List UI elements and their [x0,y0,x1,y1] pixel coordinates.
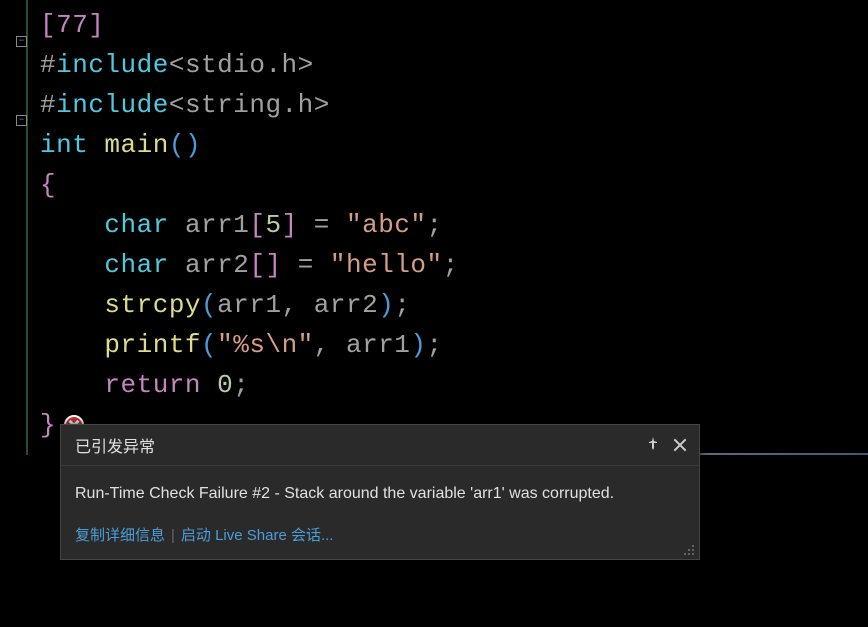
code-line[interactable]: strcpy(arr1, arr2); [28,285,868,325]
code-line[interactable]: #include<stdio.h> [28,45,868,85]
popup-title: 已引发异常 [75,433,645,457]
preproc-hash: # [40,90,56,120]
semicolon: ; [427,330,443,360]
number: 5 [265,210,281,240]
link-separator: | [171,527,175,544]
close-brace: } [40,405,56,445]
popup-links: 复制详细信息 | 启动 Live Share 会话... [61,516,699,559]
semicolon: ; [394,290,410,320]
header-name: string.h [185,90,314,120]
popup-message: Run-Time Check Failure #2 - Stack around… [61,466,699,516]
code-line[interactable]: printf("%s\n", arr1); [28,325,868,365]
code-line[interactable]: char arr1[5] = "abc"; [28,205,868,245]
paren-open: ( [201,290,217,320]
semicolon: ; [427,210,443,240]
code-line[interactable]: int main() [28,125,868,165]
popup-header: 已引发异常 [61,425,699,466]
code-text: [77] [40,10,104,40]
type-keyword: char [104,210,168,240]
number: 0 [217,370,233,400]
type-keyword: char [104,250,168,280]
function-call: printf [104,330,201,360]
parens: () [169,130,201,160]
angle-close: > [314,90,330,120]
argument: arr1 [346,330,410,360]
code-line[interactable]: [77] [28,5,868,45]
brackets: [] [249,250,281,280]
code-editor[interactable]: − − [77] #include<stdio.h> #include<stri… [0,0,868,455]
bracket: ] [282,210,298,240]
return-keyword: return [104,370,201,400]
bracket: [ [249,210,265,240]
comma: , [282,290,314,320]
popup-actions [645,436,689,454]
include-keyword: include [56,90,169,120]
angle-close: > [298,50,314,80]
paren-close: ) [410,330,426,360]
include-keyword: include [56,50,169,80]
argument: arr1 [217,290,281,320]
function-call: strcpy [104,290,201,320]
string-literal: "hello" [330,250,443,280]
function-name: main [104,130,168,160]
code-line[interactable]: { [28,165,868,205]
paren-open: ( [201,330,217,360]
assign-op: = [282,250,330,280]
close-icon[interactable] [671,436,689,454]
code-line[interactable]: #include<string.h> [28,85,868,125]
angle-open: < [169,90,185,120]
resize-grip-icon[interactable] [683,543,695,555]
editor-gutter: − − [0,0,28,455]
code-line[interactable]: char arr2[] = "hello"; [28,245,868,285]
paren-close: ) [378,290,394,320]
argument: arr2 [314,290,378,320]
type-keyword: int [40,130,88,160]
open-brace: { [40,170,56,200]
comma: , [314,330,346,360]
code-line[interactable]: return 0; [28,365,868,405]
header-name: stdio.h [185,50,298,80]
preproc-hash: # [40,50,56,80]
semicolon: ; [443,250,459,280]
variable: arr2 [185,250,249,280]
semicolon: ; [233,370,249,400]
string-literal: "abc" [346,210,427,240]
assign-op: = [298,210,346,240]
fold-marker-icon[interactable]: − [16,115,27,126]
fold-marker-icon[interactable]: − [16,36,27,47]
variable: arr1 [185,210,249,240]
format-string: "%s\n" [217,330,314,360]
angle-open: < [169,50,185,80]
copy-details-link[interactable]: 复制详细信息 [75,527,165,544]
live-share-link[interactable]: 启动 Live Share 会话... [181,527,334,544]
exception-popup: 已引发异常 Run-Time Check Failure #2 - Stack … [60,424,700,560]
pin-icon[interactable] [645,436,661,452]
